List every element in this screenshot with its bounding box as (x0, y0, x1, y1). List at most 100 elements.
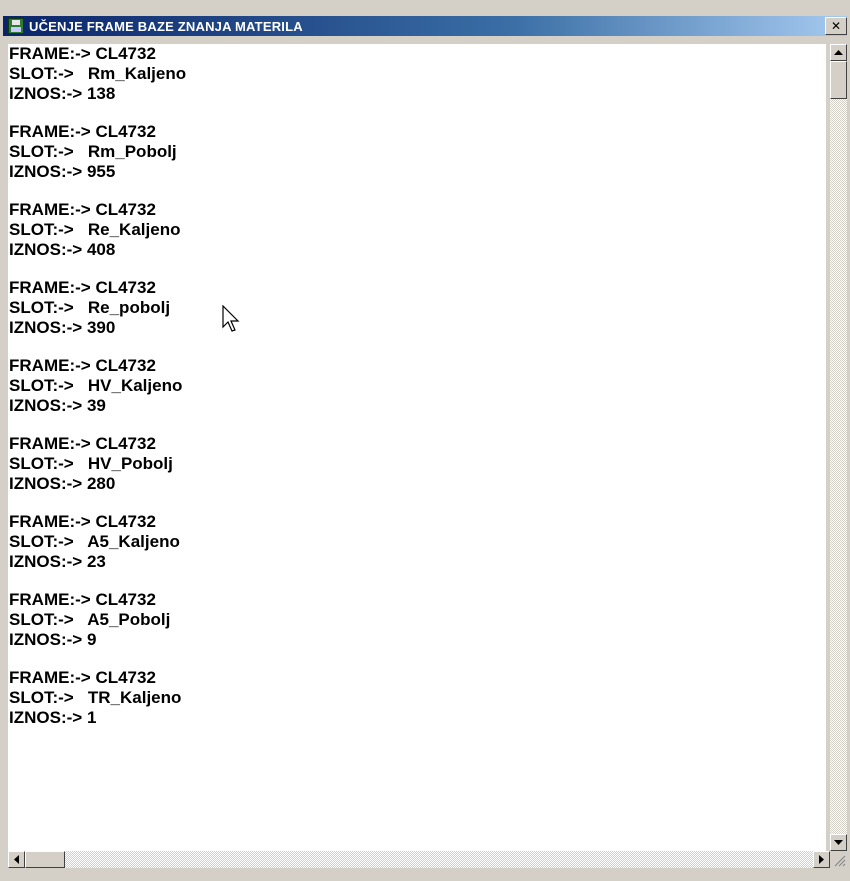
frame-line: FRAME:-> CL4732 (8, 44, 826, 64)
slot-line-label: SLOT:-> (9, 454, 74, 473)
amount-line-value: 1 (86, 708, 97, 727)
frame-line-label: FRAME:-> (9, 122, 91, 141)
slot-line: SLOT:-> HV_Kaljeno (8, 376, 826, 396)
close-icon: ✕ (830, 19, 842, 33)
text-output-area[interactable]: FRAME:-> CL4732 SLOT:-> Rm_Kaljeno IZNOS:-… (8, 44, 826, 851)
mouse-pointer-icon (222, 305, 240, 332)
slot-line-label: SLOT:-> (9, 142, 74, 161)
frame-line-value: CL4732 (95, 278, 156, 297)
amount-line-label: IZNOS:-> (9, 474, 83, 493)
amount-line: IZNOS:-> 280 (8, 474, 826, 494)
frame-line-label: FRAME:-> (9, 44, 91, 63)
slot-line: SLOT:-> Re_Kaljeno (8, 220, 826, 240)
slot-line-value: Re_pobolj (87, 298, 171, 317)
frame-line-label: FRAME:-> (9, 200, 91, 219)
amount-line-label: IZNOS:-> (9, 84, 83, 103)
slot-line-value: A5_Kaljeno (87, 532, 180, 551)
slot-line-value: Re_Kaljeno (87, 220, 181, 239)
amount-line: IZNOS:-> 1 (8, 708, 826, 728)
amount-line-label: IZNOS:-> (9, 552, 83, 571)
frame-line: FRAME:-> CL4732 (8, 590, 826, 610)
frame-line-value: CL4732 (95, 356, 156, 375)
amount-line: IZNOS:-> 138 (8, 84, 826, 104)
amount-line: IZNOS:-> 408 (8, 240, 826, 260)
scroll-up-button[interactable] (830, 44, 847, 61)
client-area: FRAME:-> CL4732 SLOT:-> Rm_Kaljeno IZNOS:-… (3, 36, 847, 881)
slot-line: SLOT:-> HV_Pobolj (8, 454, 826, 474)
frame-line-label: FRAME:-> (9, 278, 91, 297)
frame-line-value: CL4732 (95, 434, 156, 453)
vertical-scrollbar[interactable] (830, 44, 847, 851)
slot-line: SLOT:-> Rm_Pobolj (8, 142, 826, 162)
slot-line-label: SLOT:-> (9, 220, 74, 239)
slot-line-label: SLOT:-> (9, 298, 74, 317)
frame-line: FRAME:-> CL4732 (8, 668, 826, 688)
record-block: FRAME:-> CL4732 SLOT:-> Rm_Kaljeno IZNOS:-… (8, 44, 826, 104)
frame-line: FRAME:-> CL4732 (8, 434, 826, 454)
slot-line-label: SLOT:-> (9, 64, 74, 83)
arrow-left-icon (14, 855, 19, 864)
close-button[interactable]: ✕ (825, 17, 847, 35)
frame-line-value: CL4732 (95, 44, 156, 63)
record-block: FRAME:-> CL4732 SLOT:-> A5_Kaljeno IZNOS:-… (8, 512, 826, 572)
slot-line: SLOT:-> A5_Kaljeno (8, 532, 826, 552)
amount-line-value: 955 (86, 162, 116, 181)
frame-line-label: FRAME:-> (9, 590, 91, 609)
scroll-left-button[interactable] (8, 851, 25, 868)
slot-line-label: SLOT:-> (9, 610, 74, 629)
slot-line: SLOT:-> Re_pobolj (8, 298, 826, 318)
slot-line: SLOT:-> TR_Kaljeno (8, 688, 826, 708)
slot-line: SLOT:-> Rm_Kaljeno (8, 64, 826, 84)
amount-line-value: 9 (86, 630, 97, 649)
window-title: UČENJE FRAME BAZE ZNANJA MATERILA (29, 18, 303, 34)
slot-line: SLOT:-> A5_Pobolj (8, 610, 826, 630)
scroll-right-button[interactable] (813, 851, 830, 868)
frame-line-value: CL4732 (95, 668, 156, 687)
slot-line-value: HV_Pobolj (87, 454, 173, 473)
amount-line-value: 280 (86, 474, 116, 493)
arrow-up-icon (834, 50, 843, 55)
amount-line: IZNOS:-> 9 (8, 630, 826, 650)
frame-line: FRAME:-> CL4732 (8, 200, 826, 220)
amount-line-label: IZNOS:-> (9, 318, 83, 337)
frame-line-label: FRAME:-> (9, 356, 91, 375)
amount-line-value: 23 (86, 552, 106, 571)
horizontal-scroll-thumb[interactable] (25, 851, 65, 868)
record-block: FRAME:-> CL4732 SLOT:-> TR_Kaljeno IZNOS:-… (8, 668, 826, 728)
slot-line-value: TR_Kaljeno (87, 688, 182, 707)
amount-line-label: IZNOS:-> (9, 240, 83, 259)
frame-line-value: CL4732 (95, 122, 156, 141)
scroll-down-button[interactable] (830, 834, 847, 851)
record-block: FRAME:-> CL4732 SLOT:-> Re_Kaljeno IZNOS:-… (8, 200, 826, 260)
frame-line-value: CL4732 (95, 590, 156, 609)
arrow-right-icon (819, 855, 824, 864)
amount-line-label: IZNOS:-> (9, 396, 83, 415)
frame-line: FRAME:-> CL4732 (8, 512, 826, 532)
resize-grip-icon[interactable] (830, 851, 847, 868)
amount-line-label: IZNOS:-> (9, 630, 83, 649)
amount-line-value: 408 (86, 240, 116, 259)
amount-line-label: IZNOS:-> (9, 708, 83, 727)
horizontal-scrollbar[interactable] (8, 851, 830, 868)
record-block: FRAME:-> CL4732 SLOT:-> Re_pobolj IZNOS:->… (8, 278, 826, 338)
slot-line-label: SLOT:-> (9, 376, 74, 395)
amount-line-value: 390 (86, 318, 116, 337)
frame-line-label: FRAME:-> (9, 512, 91, 531)
record-block: FRAME:-> CL4732 SLOT:-> HV_Kaljeno IZNOS:-… (8, 356, 826, 416)
amount-line: IZNOS:-> 390 (8, 318, 826, 338)
title-bar[interactable]: UČENJE FRAME BAZE ZNANJA MATERILA ✕ (3, 16, 847, 36)
amount-line: IZNOS:-> 955 (8, 162, 826, 182)
amount-line: IZNOS:-> 39 (8, 396, 826, 416)
floppy-disk-icon (8, 18, 24, 34)
slot-line-value: Rm_Pobolj (87, 142, 177, 161)
slot-line-label: SLOT:-> (9, 532, 74, 551)
record-block: FRAME:-> CL4732 SLOT:-> HV_Pobolj IZNOS:->… (8, 434, 826, 494)
amount-line-value: 138 (86, 84, 116, 103)
slot-line-label: SLOT:-> (9, 688, 74, 707)
frame-line-value: CL4732 (95, 200, 156, 219)
amount-line-value: 39 (86, 396, 106, 415)
vertical-scroll-thumb[interactable] (830, 61, 847, 99)
slot-line-value: HV_Kaljeno (87, 376, 183, 395)
record-block: FRAME:-> CL4732 SLOT:-> Rm_Pobolj IZNOS:->… (8, 122, 826, 182)
frame-line-label: FRAME:-> (9, 668, 91, 687)
